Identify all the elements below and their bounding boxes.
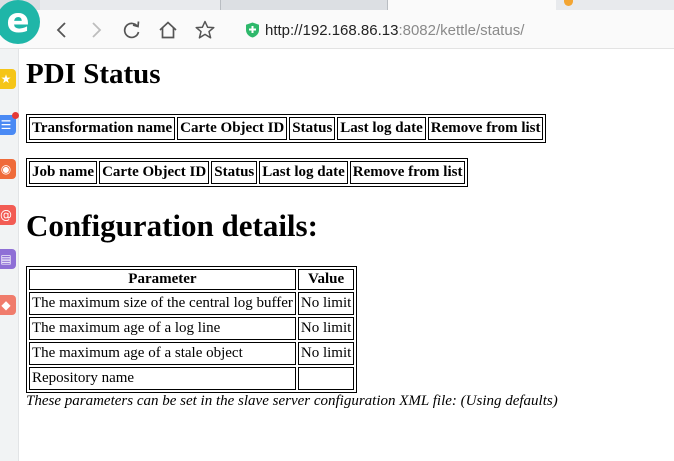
- tab-favicon-icon: [564, 0, 573, 6]
- url-host: http://192.168.86.13: [265, 21, 399, 39]
- table-row: The maximum age of a log line No limit: [29, 317, 355, 340]
- jobs-table: Job name Carte Object ID Status Last log…: [26, 158, 469, 187]
- col-remove-from-list: Remove from list: [427, 117, 544, 140]
- url-path: :8082/kettle/status/: [398, 21, 525, 39]
- book-icon[interactable]: ▤: [0, 249, 16, 269]
- url-text[interactable]: http://192.168.86.13:8082/kettle/status/: [265, 22, 524, 39]
- reload-button[interactable]: [120, 18, 144, 42]
- email-icon[interactable]: @: [0, 205, 16, 225]
- parameter-cell: Repository name: [29, 367, 296, 390]
- config-note: These parameters can be set in the slave…: [26, 393, 558, 409]
- forward-arrow-icon: [92, 22, 102, 38]
- tab-previous[interactable]: [40, 0, 221, 10]
- table-header-row: Transformation name Carte Object ID Stat…: [29, 117, 544, 140]
- home-icon: [159, 21, 177, 39]
- tab-next[interactable]: [556, 0, 674, 10]
- col-status: Status: [211, 161, 258, 184]
- col-remove-from-list: Remove from list: [349, 161, 466, 184]
- configuration-table: Parameter Value The maximum size of the …: [26, 266, 358, 393]
- list-app-icon[interactable]: ☰: [0, 112, 19, 135]
- value-cell: [297, 367, 355, 390]
- reload-icon: [123, 21, 140, 39]
- back-arrow-icon: [56, 22, 66, 38]
- bookmark-button[interactable]: [193, 18, 217, 42]
- secure-shield-icon: [244, 22, 260, 38]
- transformations-table: Transformation name Carte Object ID Stat…: [26, 114, 547, 143]
- tab-strip: [0, 0, 674, 10]
- home-button[interactable]: [156, 18, 180, 42]
- col-parameter: Parameter: [29, 269, 296, 290]
- parameter-cell: The maximum size of the central log buff…: [29, 292, 296, 315]
- col-carte-object-id: Carte Object ID: [177, 117, 288, 140]
- col-status: Status: [289, 117, 336, 140]
- browser-logo-icon[interactable]: e: [0, 0, 40, 44]
- table-row: Repository name: [29, 367, 355, 390]
- browser-logo-glyph: e: [6, 1, 30, 41]
- table-header-row: Job name Carte Object ID Status Last log…: [29, 161, 466, 184]
- back-button[interactable]: [50, 18, 74, 42]
- col-job-name: Job name: [29, 161, 98, 184]
- parameter-cell: The maximum age of a log line: [29, 317, 296, 340]
- address-bar[interactable]: http://192.168.86.13:8082/kettle/status/: [238, 16, 674, 44]
- side-panel: ★ ☰ ◉ @ ▤ ◆: [0, 49, 19, 461]
- col-last-log-date: Last log date: [259, 161, 348, 184]
- table-header-row: Parameter Value: [29, 269, 355, 290]
- forward-button[interactable]: [84, 18, 108, 42]
- notification-badge: [12, 112, 19, 119]
- col-value: Value: [297, 269, 355, 290]
- config-section-title: Configuration details:: [26, 208, 318, 243]
- parameter-cell: The maximum age of a stale object: [29, 342, 296, 365]
- col-transformation-name: Transformation name: [29, 117, 176, 140]
- col-last-log-date: Last log date: [337, 117, 426, 140]
- col-carte-object-id: Carte Object ID: [99, 161, 210, 184]
- value-cell: No limit: [297, 317, 355, 340]
- game-icon[interactable]: ◆: [0, 295, 16, 315]
- tab-current[interactable]: [387, 0, 557, 10]
- value-cell: No limit: [297, 342, 355, 365]
- weibo-icon[interactable]: ◉: [0, 159, 16, 179]
- value-cell: No limit: [297, 292, 355, 315]
- browser-toolbar: e http://192.168.86.13:8082/kettle/statu…: [0, 0, 674, 49]
- favorites-star-icon[interactable]: ★: [0, 69, 16, 89]
- star-icon: [195, 20, 215, 39]
- page-title: PDI Status: [26, 58, 161, 90]
- table-row: The maximum size of the central log buff…: [29, 292, 355, 315]
- table-row: The maximum age of a stale object No lim…: [29, 342, 355, 365]
